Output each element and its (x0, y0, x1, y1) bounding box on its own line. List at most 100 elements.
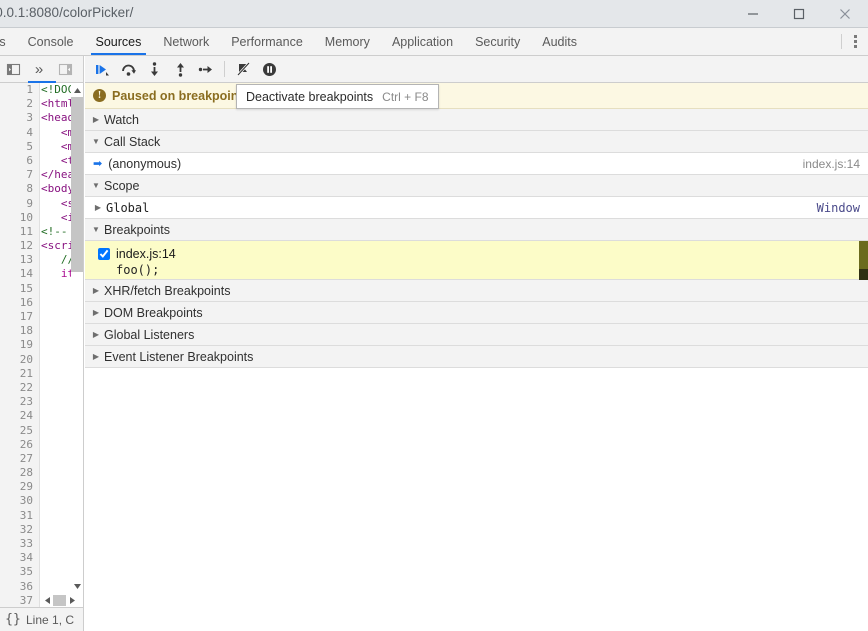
line-number: 31 (19, 508, 33, 522)
call-stack-frame-name: (anonymous) (108, 156, 182, 171)
tab-sources[interactable]: Sources (85, 28, 153, 55)
line-number: 2 (26, 97, 33, 111)
tab-performance[interactable]: Performance (220, 28, 314, 55)
more-tabs-icon[interactable]: » (26, 56, 52, 82)
editor-status-bar: {} Line 1, C (0, 607, 84, 631)
line-number: 34 (19, 551, 33, 565)
devtools-window: 7.0.0.1:8080/colorPicker/ ents Console S… (0, 0, 868, 631)
tab-application[interactable]: Application (381, 28, 464, 55)
section-global-listeners[interactable]: ▶ Global Listeners (85, 324, 868, 346)
scroll-right-icon[interactable] (66, 596, 78, 605)
tab-security[interactable]: Security (464, 28, 531, 55)
section-global-listeners-label: Global Listeners (104, 327, 195, 342)
debugger-sections: ▶ Watch ▼ Call Stack ➡ (anonymous) index… (85, 109, 868, 607)
editor-pane: » 1 2 3 4 5 6 7 8 9 10 11 12 13 14 15 16… (0, 56, 84, 607)
pretty-print-icon[interactable]: {} (0, 612, 26, 627)
chevron-right-icon[interactable]: ▶ (93, 203, 103, 212)
scope-entry-global[interactable]: ▶ Global Window (85, 197, 868, 219)
section-scope-label: Scope (104, 178, 140, 193)
minimize-button[interactable] (730, 0, 776, 27)
deactivate-breakpoints-button[interactable] (230, 56, 256, 82)
info-icon: ! (93, 89, 106, 102)
line-number: 16 (19, 295, 33, 309)
tooltip-shortcut: Ctrl + F8 (382, 89, 429, 104)
close-button[interactable] (822, 0, 868, 27)
debugger-pane: ! Paused on breakpoint ▶ Watch ▼ Call St… (85, 56, 868, 607)
toggle-navigator-icon[interactable] (0, 56, 26, 82)
section-watch[interactable]: ▶ Watch (85, 109, 868, 131)
scope-entry-value: Window (816, 200, 860, 215)
tab-elements[interactable]: ents (0, 28, 17, 55)
hscrollbar-thumb[interactable] (53, 594, 66, 606)
section-call-stack[interactable]: ▼ Call Stack (85, 131, 868, 153)
line-number: 17 (19, 310, 33, 323)
tab-audits[interactable]: Audits (531, 28, 588, 55)
line-number: 18 (19, 324, 33, 338)
scroll-up-icon[interactable] (71, 83, 83, 97)
breakpoint-checkbox[interactable] (98, 247, 110, 260)
scroll-down-icon[interactable] (71, 579, 83, 593)
chevron-right-icon: ▶ (92, 330, 100, 339)
line-number: 33 (19, 537, 33, 550)
section-breakpoints-label: Breakpoints (104, 222, 171, 237)
more-options-icon[interactable] (842, 28, 868, 55)
step-into-button[interactable] (141, 56, 167, 82)
tabbar-spacer (588, 28, 841, 55)
breakpoint-scrollbar-track[interactable] (859, 241, 868, 280)
step-over-button[interactable] (115, 56, 141, 82)
editor-vertical-scrollbar[interactable] (71, 83, 83, 607)
breakpoint-location: index.js:14 (116, 246, 176, 261)
line-number: 24 (19, 409, 33, 423)
line-number: 7 (26, 168, 33, 182)
section-breakpoints[interactable]: ▼ Breakpoints (85, 219, 868, 241)
chevron-right-icon: ▶ (92, 308, 100, 317)
line-number: 4 (26, 125, 33, 139)
line-number: 26 (19, 437, 33, 451)
line-number: 23 (19, 395, 33, 409)
line-number: 32 (19, 522, 33, 536)
editor-horizontal-scrollbar[interactable] (41, 593, 83, 607)
line-number: 9 (26, 196, 33, 210)
tab-console[interactable]: Console (17, 28, 85, 55)
deactivate-breakpoints-tooltip: Deactivate breakpoints Ctrl + F8 (236, 84, 439, 109)
section-call-stack-label: Call Stack (104, 134, 161, 149)
maximize-button[interactable] (776, 0, 822, 27)
section-dom-breakpoints[interactable]: ▶ DOM Breakpoints (85, 302, 868, 324)
step-out-button[interactable] (167, 56, 193, 82)
line-number: 21 (19, 366, 33, 380)
line-number: 1 (26, 83, 33, 96)
call-stack-frame[interactable]: ➡ (anonymous) index.js:14 (85, 153, 868, 175)
toggle-debugger-icon[interactable] (52, 56, 78, 82)
chevron-right-icon: ▶ (92, 115, 100, 124)
line-number: 25 (19, 423, 33, 437)
section-scope[interactable]: ▼ Scope (85, 175, 868, 197)
line-number: 14 (19, 267, 33, 281)
scroll-left-icon[interactable] (41, 596, 53, 605)
pause-on-exceptions-button[interactable] (256, 56, 282, 82)
section-event-listener-breakpoints[interactable]: ▶ Event Listener Breakpoints (85, 346, 868, 368)
breakpoint-scrollbar-thumb[interactable] (859, 241, 868, 269)
resume-button[interactable] (89, 56, 115, 82)
tab-memory[interactable]: Memory (314, 28, 381, 55)
breakpoint-header: index.js:14 (85, 245, 868, 262)
chevron-right-icon: ▶ (92, 286, 100, 295)
line-number: 10 (19, 210, 33, 224)
section-dom-breakpoints-label: DOM Breakpoints (104, 305, 203, 320)
line-number: 28 (19, 466, 33, 480)
paused-banner-text: Paused on breakpoint (112, 88, 243, 103)
tab-network[interactable]: Network (152, 28, 220, 55)
section-xhr-breakpoints[interactable]: ▶ XHR/fetch Breakpoints (85, 280, 868, 302)
line-number: 5 (26, 139, 33, 153)
line-number: 3 (26, 111, 33, 125)
chevron-right-icon: ▶ (92, 352, 100, 361)
step-button[interactable] (193, 56, 219, 82)
devtools-tabbar: ents Console Sources Network Performance… (0, 28, 868, 56)
chevron-down-icon: ▼ (92, 225, 100, 234)
line-number: 20 (19, 352, 33, 366)
line-number: 37 (19, 593, 33, 607)
current-frame-icon: ➡ (93, 158, 103, 170)
window-titlebar: 7.0.0.1:8080/colorPicker/ (0, 0, 868, 28)
scrollbar-thumb[interactable] (71, 97, 83, 272)
code-editor[interactable]: 1 2 3 4 5 6 7 8 9 10 11 12 13 14 15 16 1… (0, 83, 83, 607)
breakpoint-item[interactable]: index.js:14 foo(); (85, 241, 868, 280)
